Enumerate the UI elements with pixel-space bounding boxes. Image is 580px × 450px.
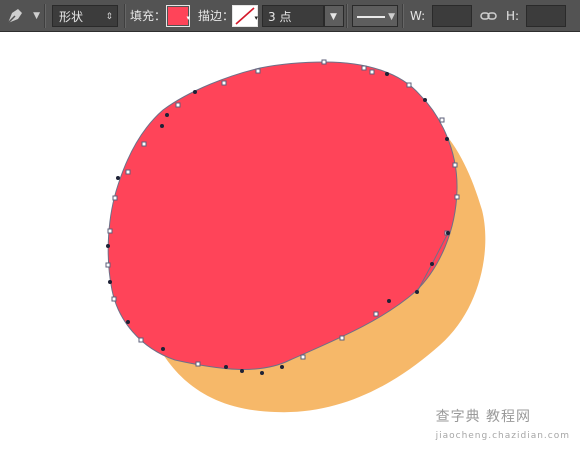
watermark-sub: jiaocheng.chazidian.com	[435, 431, 570, 441]
stroke-color-swatch[interactable]: ▾	[232, 5, 258, 27]
width-field[interactable]	[432, 5, 472, 27]
pen-tool-icon	[7, 9, 22, 24]
link-icon[interactable]	[480, 5, 498, 27]
fill-dropdown-icon: ▾	[186, 14, 190, 22]
fill-color-chip	[168, 7, 188, 25]
mode-select-value: 形状	[59, 10, 84, 24]
chevron-down-icon: ▼	[33, 11, 40, 21]
stroke-size-value: 3 点	[268, 10, 292, 24]
stroke-size-field[interactable]: 3 点	[262, 5, 324, 27]
stroke-size-dropdown-button[interactable]: ▼	[324, 5, 344, 27]
stroke-label: 描边：	[198, 9, 235, 23]
options-toolbar: ▼ 形状 ⇕ 填充： ▾ 描边： ▾ 3 点 ▼ ▼ W: H:	[0, 0, 580, 32]
height-label: H:	[506, 9, 520, 23]
width-label: W:	[410, 9, 426, 23]
watermark-main: 查字典 教程网	[435, 409, 532, 425]
fill-label: 填充：	[130, 9, 167, 23]
stroke-type-select[interactable]: ▼	[352, 5, 398, 27]
document-canvas[interactable]: 查字典 教程网 jiaocheng.chazidian.com	[0, 32, 580, 450]
fill-color-swatch[interactable]: ▾	[166, 5, 190, 27]
chevron-down-icon: ▼	[388, 12, 395, 22]
height-field[interactable]	[526, 5, 566, 27]
updown-arrow-icon: ⇕	[105, 12, 113, 22]
no-stroke-icon	[235, 7, 255, 25]
solid-line-icon	[357, 16, 385, 18]
stroke-dropdown-icon: ▾	[254, 14, 258, 22]
tool-preset-picker[interactable]: ▼	[4, 5, 40, 27]
mode-select[interactable]: 形状 ⇕	[52, 5, 118, 27]
chevron-down-icon: ▼	[330, 12, 337, 22]
watermark: 查字典 教程网 jiaocheng.chazidian.com	[436, 406, 570, 442]
artwork	[105, 59, 486, 413]
